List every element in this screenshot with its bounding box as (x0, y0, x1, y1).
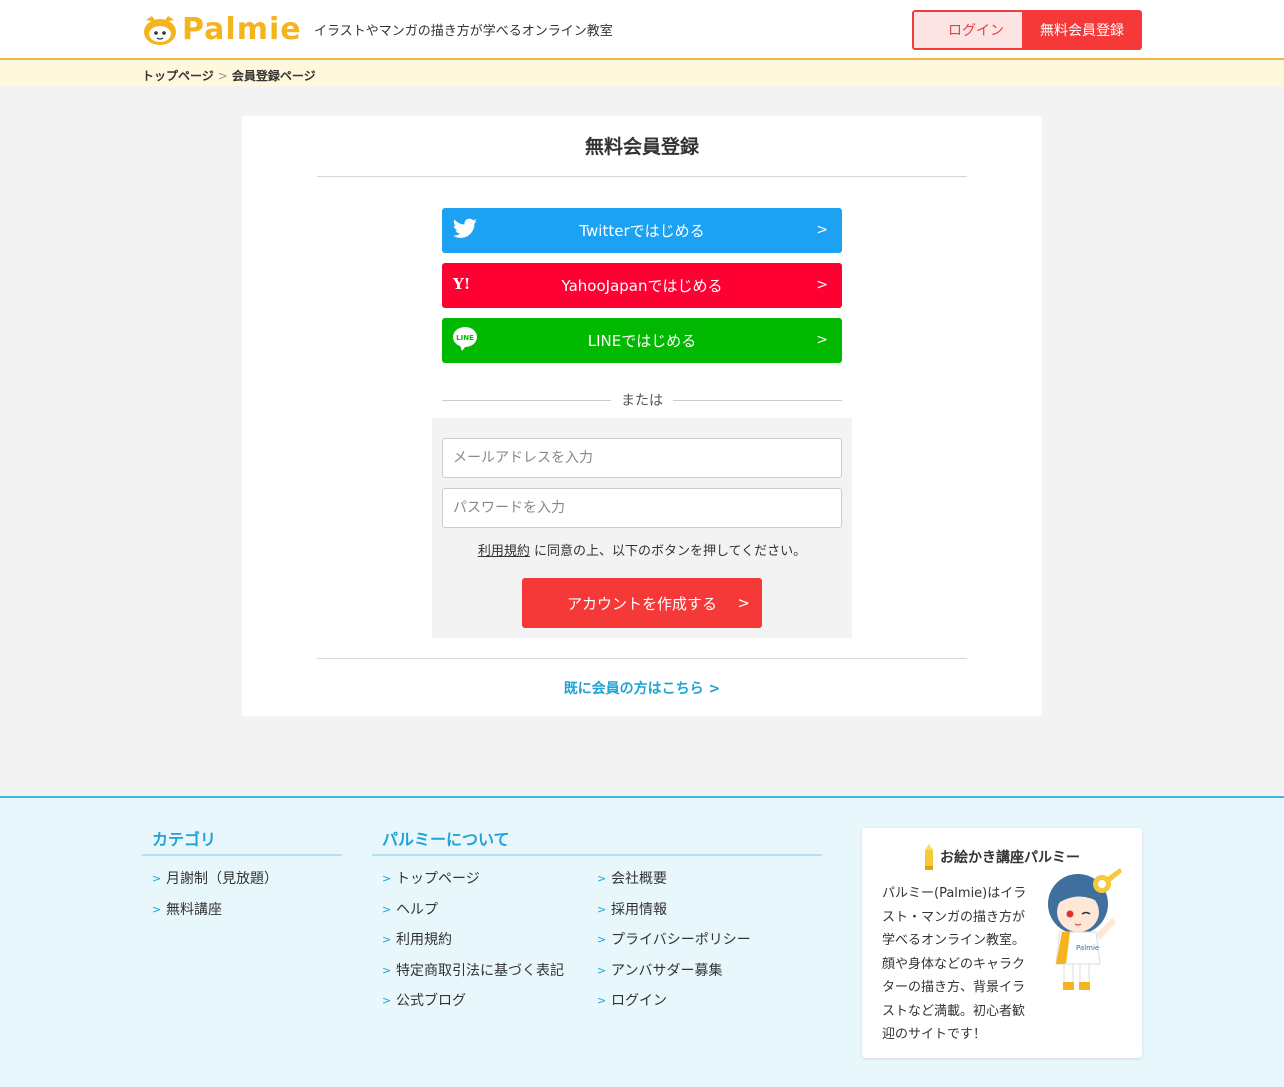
line-bubble-icon: LINE (453, 327, 477, 351)
chevron-right-icon: > (382, 902, 392, 916)
footer-about-list-2: > 会社概要 > 採用情報 > プライバシーポリシー > アンバサダー募集 > ログイン (597, 869, 751, 1022)
footer-link-free-courses[interactable]: > 無料講座 (152, 900, 278, 931)
chevron-right-icon: > (152, 902, 162, 916)
breadcrumb-current-page: 会員登録ページ (231, 69, 316, 83)
chevron-right-icon: > (816, 332, 828, 348)
breadcrumb: トップページ > 会員登録ページ (142, 67, 316, 84)
breadcrumb-top-page[interactable]: トップページ (142, 67, 214, 84)
site-header: Palmie イラストやマンガの描き方が学べるオンライン教室 ログイン 無料会員… (0, 0, 1284, 60)
divider (317, 176, 967, 177)
terms-link[interactable]: 利用規約 (478, 544, 530, 559)
breadcrumb-bar: トップページ > 会員登録ページ (0, 62, 1284, 86)
footer-link-recruit[interactable]: > 採用情報 (597, 900, 751, 931)
chevron-right-icon: > (382, 994, 392, 1007)
email-signup-form: 利用規約 に同意の上、以下のボタンを押してください。 アカウントを作成する > (432, 418, 852, 638)
site-footer: カテゴリ > 月謝制（見放題） > 無料講座 パルミーについて > トップページ > ヘ… (0, 796, 1284, 1087)
palmie-cat-logo-icon (144, 16, 176, 45)
chevron-right-icon: > (597, 933, 607, 946)
email-input[interactable] (442, 438, 842, 478)
create-account-button[interactable]: アカウントを作成する > (522, 578, 762, 628)
footer-category-list: > 月謝制（見放題） > 無料講座 (152, 869, 278, 930)
chevron-right-icon: > (816, 277, 828, 293)
chevron-right-icon: > (597, 963, 607, 977)
footer-link-ambassador[interactable]: > アンバサダー募集 (597, 961, 751, 992)
divider (317, 658, 967, 659)
footer-link-help[interactable]: > ヘルプ (382, 900, 564, 931)
chevron-right-icon: > (737, 594, 750, 612)
mascot-character-illustration: Palmie (1048, 868, 1122, 990)
footer-about-list-1: > トップページ > ヘルプ > 利用規約 > 特定商取引法に基づく表記 > 公式ブログ (382, 869, 564, 1022)
footer-link-monthly[interactable]: > 月謝制（見放題） (152, 869, 278, 900)
chevron-right-icon: > (597, 994, 607, 1007)
svg-text:LINE: LINE (456, 334, 474, 342)
page-title: 無料会員登録 (584, 136, 699, 158)
breadcrumb-separator: > (217, 68, 228, 83)
existing-member-link[interactable]: 既に会員の方はこちら > (317, 678, 967, 698)
divider (142, 854, 342, 856)
footer-link-top[interactable]: > トップページ (382, 869, 564, 900)
footer-category-heading: カテゴリ (152, 830, 217, 849)
or-divider: または (442, 390, 842, 410)
footer-about-heading: パルミーについて (382, 830, 510, 849)
signup-button[interactable]: 無料会員登録 (1022, 10, 1142, 50)
promo-title: お絵かき講座パルミー (862, 844, 1142, 870)
chevron-right-icon: > (382, 872, 392, 885)
pencil-icon (925, 844, 933, 870)
twitter-bird-icon (453, 218, 477, 238)
svg-text:Y!: Y! (452, 275, 470, 293)
terms-agreement-label: に同意の上、以下のボタンを押してください。 (529, 544, 807, 559)
footer-link-login[interactable]: > ログイン (597, 991, 751, 1022)
chevron-right-icon: > (597, 872, 607, 885)
divider (372, 854, 822, 856)
footer-link-blog[interactable]: > 公式ブログ (382, 991, 564, 1022)
terms-agreement-text: 利用規約 に同意の上、以下のボタンを押してください。 (432, 540, 852, 559)
logo-wordmark: Palmie (182, 12, 302, 47)
footer-link-tokushoho[interactable]: > 特定商取引法に基づく表記 (382, 961, 564, 992)
twitter-signin-label: Twitterではじめる (579, 222, 705, 240)
chevron-right-icon: > (597, 902, 607, 916)
line-signin-label: LINEではじめる (587, 332, 697, 350)
register-card: 無料会員登録 Twitterではじめる > Y! YahooJapanではじめる… (242, 116, 1042, 716)
footer-link-terms[interactable]: > 利用規約 (382, 930, 564, 961)
chevron-right-icon: > (382, 933, 392, 946)
yahoo-signin-label: YahooJapanではじめる (561, 277, 723, 295)
login-button[interactable]: ログイン (912, 10, 1040, 50)
footer-link-privacy[interactable]: > プライバシーポリシー (597, 930, 751, 961)
yahoo-signin-button[interactable]: Y! YahooJapanではじめる > (442, 263, 842, 308)
footer-link-company[interactable]: > 会社概要 (597, 869, 751, 900)
chevron-right-icon: > (152, 872, 162, 885)
password-input[interactable] (442, 488, 842, 528)
chevron-right-icon: > (382, 963, 392, 977)
promo-description: パルミー(Palmie)はイラスト・マンガの描き方が学べるオンライン教室。顔や身… (882, 886, 1027, 1042)
or-label: または (621, 393, 663, 409)
create-account-label: アカウントを作成する (566, 594, 717, 613)
chevron-right-icon: > (816, 222, 828, 238)
site-logo[interactable]: Palmie (142, 12, 302, 48)
site-tagline: イラストやマンガの描き方が学べるオンライン教室 (314, 24, 613, 39)
footer-promo-card: お絵かき講座パルミー パルミー(Palmie)はイラスト・マンガの描き方が学べる… (862, 828, 1142, 1058)
svg-text:Palmie: Palmie (1076, 944, 1099, 952)
twitter-signin-button[interactable]: Twitterではじめる > (442, 208, 842, 253)
line-signin-button[interactable]: LINE LINEではじめる > (442, 318, 842, 363)
yahoo-y-icon: Y! (452, 275, 470, 293)
